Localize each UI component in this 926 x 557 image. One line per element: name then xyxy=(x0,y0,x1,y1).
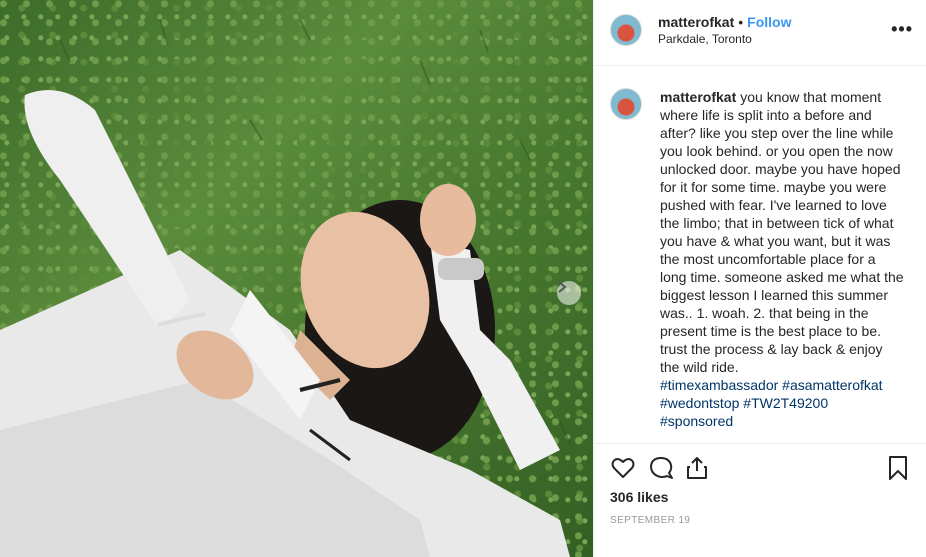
caption-avatar[interactable] xyxy=(610,88,642,120)
caption-line: was.. 1. woah. 2. that being in the xyxy=(660,305,869,321)
caption-line: pushed with fear. I've learned to love xyxy=(660,197,887,213)
avatar[interactable] xyxy=(610,14,642,46)
location-link[interactable]: Parkdale, Toronto xyxy=(658,32,752,46)
caption-line: after? like you step over the line while xyxy=(660,125,894,141)
post-date[interactable]: SEPTEMBER 19 xyxy=(610,515,690,526)
hashtag-line[interactable]: #sponsored xyxy=(660,412,916,430)
caption-line: you know that moment xyxy=(740,89,882,105)
photo-illustration xyxy=(0,19,571,557)
bookmark-icon[interactable] xyxy=(885,455,911,481)
post-panel: matterofkat • Follow Parkdale, Toronto •••… xyxy=(593,0,926,557)
separator-dot: • xyxy=(738,14,744,30)
caption-line: the limbo; that in between tick of what xyxy=(660,215,894,231)
post-header: matterofkat • Follow Parkdale, Toronto ••• xyxy=(594,0,926,66)
caption-line: where life is split into a before and xyxy=(660,107,872,123)
caption-line: the most uncomfortable place for a xyxy=(660,251,876,267)
caption-line: unlocked door. maybe you have hoped xyxy=(660,161,901,177)
hashtag-line[interactable]: #wedontstop #TW2T49200 xyxy=(660,394,916,412)
caption-line: for it for some time. maybe you were xyxy=(660,179,887,195)
caption-username[interactable]: matterofkat xyxy=(660,89,736,105)
username-link[interactable]: matterofkat xyxy=(658,14,734,30)
caption-text: matterofkat you know that moment where li… xyxy=(660,88,916,430)
likes-count[interactable]: 306 likes xyxy=(610,489,668,505)
caption-line: the wild ride. xyxy=(660,359,739,375)
caption-line: biggest lesson I learned this summer xyxy=(660,287,888,303)
caption-area: matterofkat you know that moment where li… xyxy=(594,66,926,444)
post-photo[interactable] xyxy=(0,0,593,557)
more-options-icon[interactable]: ••• xyxy=(891,19,913,40)
hashtag-line[interactable]: #timexambassador #asamatterofkat xyxy=(660,376,916,394)
caption-line: present time is the best place to be. xyxy=(660,323,882,339)
chevron-right-icon xyxy=(558,281,567,293)
caption-line: long time. someone asked me what the xyxy=(660,269,904,285)
caption-line: trust the process & lay back & enjoy xyxy=(660,341,883,357)
heart-icon[interactable] xyxy=(610,455,636,481)
next-photo-button[interactable] xyxy=(557,281,581,305)
caption-line: you look behind. or you open the now xyxy=(660,143,893,159)
user-line: matterofkat • Follow xyxy=(658,14,791,30)
comment-icon[interactable] xyxy=(648,455,674,481)
follow-button[interactable]: Follow xyxy=(747,14,791,30)
caption-line: you have & what you want, but it was xyxy=(660,233,891,249)
share-icon[interactable] xyxy=(684,455,710,481)
action-bar xyxy=(608,455,913,483)
